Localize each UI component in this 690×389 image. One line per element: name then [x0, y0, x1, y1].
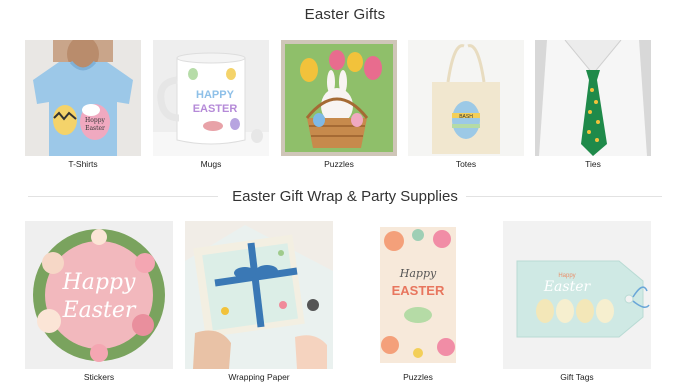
- product-tile-totes[interactable]: BASH Totes: [408, 40, 524, 169]
- tote-image[interactable]: BASH: [408, 40, 524, 156]
- gift-bag-image[interactable]: Happy EASTER: [344, 221, 492, 369]
- tote-print-text: BASH: [459, 114, 473, 120]
- sticker-print-text-1: Happy: [62, 270, 136, 295]
- tag-print-text-2: Easter: [543, 279, 592, 295]
- product-tile-wrapping-paper[interactable]: Wrapping Paper: [185, 221, 333, 382]
- section-title-easter-gifts: Easter Gifts: [304, 6, 386, 23]
- divider-right: [466, 196, 662, 197]
- mug-print-text-1: HAPPY: [196, 89, 235, 101]
- bag-print-text-1: Happy: [399, 267, 437, 280]
- product-tile-gift-tags[interactable]: Happy Easter Gift Tags: [503, 221, 651, 382]
- tile-label-ties[interactable]: Ties: [535, 159, 651, 169]
- tile-label-wrapping-paper[interactable]: Wrapping Paper: [185, 372, 333, 382]
- mug-image[interactable]: HAPPY EASTER: [153, 40, 269, 156]
- wrapping-paper-image[interactable]: [185, 221, 333, 369]
- product-tile-stickers[interactable]: Happy Easter Stickers: [25, 221, 173, 382]
- tile-label-tshirts[interactable]: T-Shirts: [25, 159, 141, 169]
- tile-label-puzzles-bag[interactable]: Puzzles: [344, 372, 492, 382]
- sticker-print-text-2: Easter: [62, 298, 137, 323]
- tshirt-image[interactable]: Hoppy Easter: [25, 40, 141, 156]
- tile-label-gift-tags[interactable]: Gift Tags: [503, 372, 651, 382]
- tile-label-totes[interactable]: Totes: [408, 159, 524, 169]
- bag-print-text-2: EASTER: [392, 283, 445, 298]
- tie-image[interactable]: [535, 40, 651, 156]
- shirt-print-text-1: Hoppy: [85, 117, 106, 124]
- product-tile-puzzles[interactable]: Puzzles: [281, 40, 397, 169]
- mug-print-text-2: EASTER: [193, 103, 238, 115]
- product-tile-mugs[interactable]: HAPPY EASTER Mugs: [153, 40, 269, 169]
- product-tile-tshirts[interactable]: Hoppy Easter T-Shirts: [25, 40, 141, 169]
- gift-tag-image[interactable]: Happy Easter: [503, 221, 651, 369]
- product-tile-puzzles-bag[interactable]: Happy EASTER Puzzles: [344, 221, 492, 382]
- section-header-gift-wrap: Easter Gift Wrap & Party Supplies: [0, 188, 690, 206]
- tile-label-puzzles[interactable]: Puzzles: [281, 159, 397, 169]
- shirt-print-text-2: Easter: [85, 125, 105, 132]
- sticker-image[interactable]: Happy Easter: [25, 221, 173, 369]
- tile-label-mugs[interactable]: Mugs: [153, 159, 269, 169]
- product-tile-ties[interactable]: Ties: [535, 40, 651, 169]
- tile-label-stickers[interactable]: Stickers: [25, 372, 173, 382]
- puzzle-image[interactable]: [281, 40, 397, 156]
